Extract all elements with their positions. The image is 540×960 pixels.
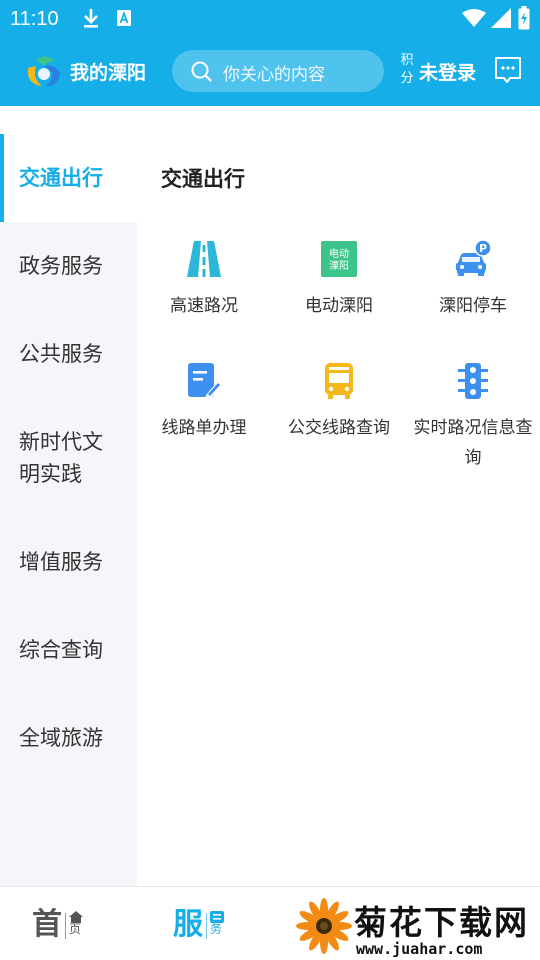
tab-divider (206, 913, 207, 939)
tab-service-small: 务 (210, 922, 223, 936)
tile-label: 线路单办理 (161, 418, 247, 438)
tile-label: 高速路况 (170, 296, 238, 316)
sidebar-item-transport[interactable]: 交通出行 (0, 134, 137, 222)
document-edit-icon (188, 363, 222, 400)
tile-label: 电动溧阳 (305, 296, 373, 316)
tab-home-small: 页 (69, 922, 82, 936)
tab-divider (65, 913, 66, 939)
tile-liyang-parking[interactable]: P 溧阳停车 (406, 239, 540, 321)
highway-icon (187, 241, 221, 277)
search-bar[interactable]: 你关心的内容 (172, 50, 384, 92)
sidebar-item-government[interactable]: 政务服务 (0, 250, 137, 282)
search-placeholder: 你关心的内容 (223, 65, 325, 85)
sidebar-item-public[interactable]: 公共服务 (0, 338, 137, 370)
flower-logo-icon (296, 896, 352, 960)
svg-text:电动: 电动 (329, 247, 349, 260)
download-icon (82, 7, 100, 33)
battery-charging-icon (518, 6, 530, 34)
status-time: 11:10 (10, 8, 59, 30)
tile-electric-liyang[interactable]: 电动 溧阳 电动溧阳 (272, 239, 406, 321)
sidebar-item-civilization[interactable]: 新时代文 明实践 (0, 426, 137, 490)
signal-icon (490, 7, 512, 33)
sidebar-item-label: 增值服务 (19, 550, 103, 574)
tile-label: 公交线路查询 (288, 418, 390, 438)
svg-text:P: P (479, 242, 487, 255)
sidebar-item-query[interactable]: 综合查询 (0, 634, 137, 666)
tile-label: 实时路况信息查 询 (406, 413, 540, 473)
tab-home-char: 首 (32, 907, 62, 942)
tile-label-line1: 实时路况信息查 (413, 418, 533, 438)
points-label-bottom: 分 (400, 71, 414, 86)
app-logo-icon (24, 54, 64, 90)
app-header: 我的溧阳 你关心的内容 积 分 未登录 (0, 38, 540, 106)
sidebar-item-value-added[interactable]: 增值服务 (0, 546, 137, 578)
login-button[interactable]: 未登录 (419, 58, 476, 85)
tab-service-char: 服 (173, 907, 203, 942)
electric-liyang-icon: 电动 溧阳 (321, 241, 357, 277)
category-sidebar: 交通出行 政务服务 公共服务 新时代文 明实践 增值服务 综合查询 全域旅游 (0, 134, 137, 886)
tile-route-order[interactable]: 线路单办理 (137, 361, 271, 443)
parking-car-icon: P (456, 239, 492, 276)
tile-realtime-traffic[interactable]: 实时路况信息查 询 (406, 361, 540, 473)
tile-highway-status[interactable]: 高速路况 (137, 239, 271, 321)
tile-label: 溧阳停车 (439, 296, 507, 316)
tile-bus-route-query[interactable]: 公交线路查询 (272, 361, 406, 443)
message-icon[interactable] (493, 55, 523, 89)
watermark: 菊花下载网 www.juahar.com (296, 892, 540, 960)
sidebar-item-label: 全域旅游 (19, 726, 103, 750)
sidebar-item-tourism[interactable]: 全域旅游 (0, 722, 137, 754)
wifi-icon (462, 9, 486, 31)
points-label[interactable]: 积 分 (400, 52, 414, 88)
section-title: 交通出行 (161, 167, 245, 191)
sidebar-item-label: 公共服务 (19, 342, 103, 366)
notification-a-icon (116, 9, 132, 31)
sidebar-item-label: 交通出行 (19, 166, 103, 190)
status-bar: 11:10 (0, 0, 540, 38)
search-icon (190, 60, 214, 88)
watermark-url: www.juahar.com (356, 940, 483, 958)
svg-text:溧阳: 溧阳 (329, 259, 349, 272)
traffic-light-icon (458, 363, 488, 399)
sidebar-item-label: 政务服务 (19, 254, 103, 278)
sidebar-item-label-line2: 明实践 (19, 462, 82, 486)
bus-icon (325, 363, 353, 399)
sidebar-item-label: 新时代文 (19, 430, 103, 454)
points-label-top: 积 (400, 53, 414, 68)
watermark-title: 菊花下载网 (354, 903, 529, 942)
city-title[interactable]: 我的溧阳 (70, 58, 146, 85)
tile-label-line2: 询 (464, 448, 482, 468)
sidebar-item-label: 综合查询 (19, 638, 103, 662)
